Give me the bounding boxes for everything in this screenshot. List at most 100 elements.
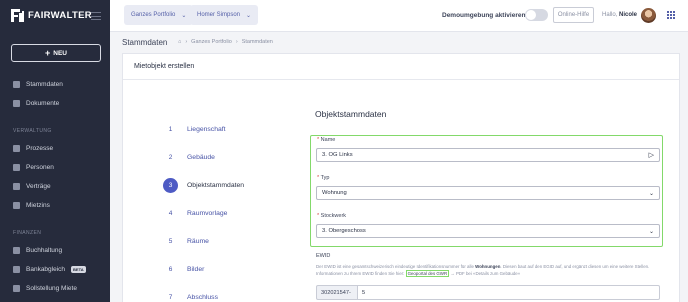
sidebar-item-stammdaten[interactable]: Stammdaten	[13, 81, 63, 88]
sidebar-item-label: Prozesse	[26, 145, 54, 152]
new-button[interactable]: + NEU	[11, 44, 101, 62]
sidebar-item-vertraege[interactable]: Verträge	[13, 183, 51, 190]
step-raeume[interactable]: 5 Räume	[163, 234, 209, 249]
floor-select[interactable]: 3. Obergeschoss ⌄	[316, 224, 660, 238]
building-icon	[13, 81, 20, 88]
card-title: Mietobjekt erstellen	[123, 54, 679, 80]
person-dropdown-label: Homer Simpson	[197, 12, 241, 18]
sidebar-item-label: Verträge	[26, 183, 51, 190]
sidebar-item-label: Stammdaten	[26, 81, 63, 88]
sidebar-item-prozesse[interactable]: Prozesse	[13, 145, 53, 152]
gwr-link[interactable]: Geoportal des GWR	[405, 269, 450, 277]
sidebar-item-mietzins[interactable]: Mietzins	[13, 202, 50, 209]
step-label: Gebäude	[187, 154, 215, 161]
step-number: 4	[168, 210, 173, 217]
section-verwaltung: VERWALTUNG	[13, 128, 52, 134]
chevron-down-icon: ⌄	[648, 190, 654, 197]
process-icon	[13, 145, 20, 152]
demo-label: Demoumgebung aktivieren	[442, 12, 526, 19]
ewid-prefix: 302021547-	[316, 285, 358, 300]
sidebar-item-label: Buchhaltung	[26, 247, 63, 254]
floor-label-text: Stockwerk	[320, 213, 347, 219]
page-title: Stammdaten	[122, 38, 168, 47]
sidebar-item-label: Personen	[26, 164, 54, 171]
sidebar-item-personen[interactable]: Personen	[13, 164, 54, 171]
greeting-prefix: Hallo,	[602, 12, 618, 18]
breadcrumb-item[interactable]: Ganzes Portfolio	[191, 39, 232, 45]
name-input-value: 3. OG Links	[322, 152, 353, 158]
name-input[interactable]: 3. OG Links ▷	[316, 148, 660, 162]
sidebar-item-bankabgleich[interactable]: Bankabgleich BETA	[13, 266, 86, 273]
step-number: 3	[163, 178, 178, 193]
breadcrumb-item[interactable]: Stammdaten	[242, 39, 273, 45]
rent-icon	[13, 202, 20, 209]
step-raumvorlage[interactable]: 4 Raumvorlage	[163, 206, 228, 221]
name-label-text: Name	[320, 137, 336, 143]
step-label: Liegenschaft	[187, 126, 226, 133]
logo-text: FAIRWALTER	[28, 10, 92, 21]
home-icon[interactable]: ⌂	[178, 39, 181, 45]
step-bilder[interactable]: 6 Bilder	[163, 262, 205, 277]
type-label: * Typ	[317, 175, 329, 181]
fairwalter-logo-icon	[11, 9, 24, 22]
type-label-text: Typ	[320, 175, 330, 181]
bank-icon	[13, 266, 20, 273]
invoice-icon	[13, 285, 20, 292]
breadcrumb-separator: ›	[185, 39, 188, 45]
ewid-help-bold: Wohnungen	[475, 264, 501, 269]
help-button[interactable]: Online-Hilfe	[553, 7, 594, 23]
breadcrumb-separator: ›	[235, 39, 238, 45]
sidebar-item-sollstellung[interactable]: Sollstellung Miete	[13, 285, 77, 292]
demo-toggle[interactable]	[525, 9, 548, 21]
document-icon	[13, 100, 20, 107]
sidebar-item-buchhaltung[interactable]: Buchhaltung	[13, 247, 62, 254]
new-button-label: NEU	[53, 49, 67, 57]
chevron-down-icon: ⌄	[246, 12, 252, 19]
floor-select-value: 3. Obergeschoss	[322, 228, 366, 234]
name-label: * Name	[317, 137, 335, 143]
required-marker: *	[317, 175, 320, 181]
top-bar: Ganzes Portfolio ⌄ Homer Simpson ⌄ Demou…	[110, 0, 688, 32]
sidebar-item-dokumente[interactable]: Dokumente	[13, 100, 59, 107]
sidebar-item-label: Bankabgleich	[26, 266, 66, 273]
create-object-card: Mietobjekt erstellen 1 Liegenschaft 2 Ge…	[122, 53, 680, 302]
sidebar-item-label: Mietzins	[26, 202, 50, 209]
sidebar: FAIRWALTER + NEU Stammdaten Dokumente VE…	[0, 0, 110, 302]
step-label: Bilder	[187, 266, 205, 273]
beta-badge: BETA	[71, 266, 86, 273]
ewid-input[interactable]: 5	[358, 285, 660, 300]
step-label: Objektstammdaten	[187, 182, 245, 189]
step-objektstammdaten[interactable]: 3 Objektstammdaten	[163, 178, 244, 193]
step-label: Abschluss	[187, 294, 218, 301]
portfolio-dropdown-label: Ganzes Portfolio	[131, 12, 176, 18]
text-cursor-icon: ▷	[648, 152, 654, 159]
ewid-help-part: → PDF bei «Details zum Gebäude»	[450, 270, 521, 276]
form-section-title: Objektstammdaten	[315, 109, 387, 119]
floor-label: * Stockwerk	[317, 213, 346, 219]
step-number: 7	[168, 294, 173, 301]
person-dropdown[interactable]: Homer Simpson ⌄	[190, 5, 259, 25]
ewid-help-part: Der EWID ist eine gesamtschweizerisch ei…	[316, 264, 474, 269]
type-select-value: Wohnung	[322, 190, 347, 196]
avatar[interactable]	[641, 8, 656, 23]
ledger-icon	[13, 247, 20, 254]
greeting: Hallo, Nicole	[602, 12, 637, 18]
user-name: Nicole	[619, 12, 638, 18]
portfolio-dropdown[interactable]: Ganzes Portfolio ⌄	[124, 5, 194, 25]
chevron-down-icon: ⌄	[648, 228, 654, 235]
ewid-label: EWID	[316, 253, 331, 259]
ewid-help-text: Der EWID ist eine gesamtschweizerisch ei…	[316, 264, 661, 278]
logo[interactable]: FAIRWALTER	[11, 9, 92, 22]
step-number: 2	[168, 154, 173, 161]
apps-grid-icon[interactable]	[667, 11, 675, 19]
section-finanzen: FINANZEN	[13, 230, 42, 236]
step-label: Raumvorlage	[187, 210, 228, 217]
step-abschluss[interactable]: 7 Abschluss	[163, 290, 218, 302]
step-liegenschaft[interactable]: 1 Liegenschaft	[163, 122, 226, 137]
menu-toggle-icon[interactable]	[91, 12, 101, 23]
people-icon	[13, 164, 20, 171]
type-select[interactable]: Wohnung ⌄	[316, 186, 660, 200]
sidebar-item-label: Sollstellung Miete	[26, 285, 77, 292]
sidebar-item-label: Dokumente	[26, 100, 60, 107]
step-gebaeude[interactable]: 2 Gebäude	[163, 150, 215, 165]
